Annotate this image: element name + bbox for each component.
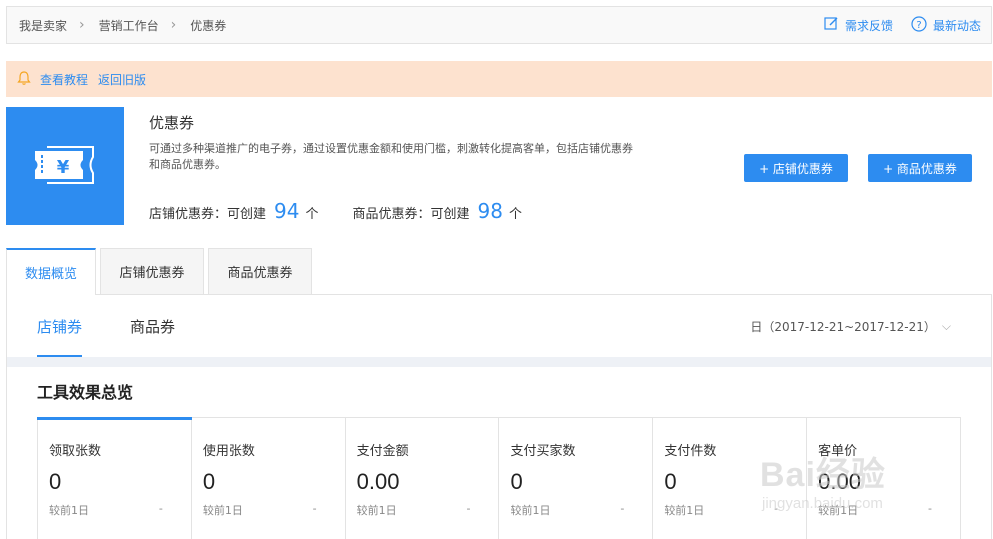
metric-value: 0.00	[356, 469, 400, 494]
metric-card-pay-buyers[interactable]: 支付买家数 0 较前1日 -	[499, 418, 654, 539]
metric-change: -	[620, 502, 625, 515]
metric-change: -	[312, 502, 317, 515]
metric-card-avg-price[interactable]: 客单价 0.00 较前1日 -	[807, 418, 961, 539]
tab-shop-coupons[interactable]: 店铺优惠券	[100, 248, 204, 294]
old-version-link[interactable]: 返回旧版	[98, 71, 146, 88]
coupon-hero-image: ¥	[6, 107, 124, 225]
metric-change: -	[927, 502, 932, 515]
breadcrumb: 我是卖家 › 营销工作台 › 优惠券	[19, 7, 226, 43]
breadcrumb-seller[interactable]: 我是卖家	[19, 17, 67, 34]
metric-label: 支付件数	[664, 444, 717, 459]
metric-compare: 较前1日	[202, 504, 243, 517]
coupon-type-tabs: 店铺券 商品券	[37, 295, 223, 357]
help-circle-icon: ?	[911, 15, 927, 35]
feedback-label: 需求反馈	[844, 18, 893, 33]
top-actions: 需求反馈 ? 最新动态	[806, 7, 981, 43]
tab-goods-coupons[interactable]: 商品优惠券	[208, 248, 312, 294]
metric-value: 0	[49, 469, 62, 494]
chevron-right-icon: ›	[170, 17, 177, 33]
date-range-select[interactable]: 日（2017-12-21~2017-12-21） ⌵	[750, 295, 951, 357]
news-link[interactable]: ? 最新动态	[911, 15, 981, 35]
shop-coupon-unit: 个	[305, 207, 319, 222]
coupon-stats: 店铺优惠券：可创建 94 个 商品优惠券：可创建 98 个	[149, 199, 522, 223]
tutorial-link[interactable]: 查看教程	[40, 71, 88, 88]
coupon-title: 优惠券	[149, 114, 195, 132]
tab-data-overview[interactable]: 数据概览	[6, 248, 96, 295]
svg-text:¥: ¥	[57, 157, 70, 178]
metric-card-pay-amount[interactable]: 支付金额 0.00 较前1日 -	[346, 418, 500, 539]
shop-coupon-label: 店铺优惠券：可创建	[149, 207, 267, 222]
coupon-yen-icon: ¥	[33, 143, 97, 190]
metric-compare: 较前1日	[664, 504, 705, 517]
goods-coupon-label: 商品优惠券：可创建	[352, 207, 470, 222]
metric-compare: 较前1日	[356, 504, 397, 517]
metric-label: 客单价	[818, 444, 858, 459]
news-label: 最新动态	[932, 18, 981, 33]
feedback-link[interactable]: 需求反馈	[824, 16, 893, 34]
top-bar: 我是卖家 › 营销工作台 › 优惠券 需求反馈 ? 最新动态	[6, 6, 992, 44]
edit-icon	[824, 16, 839, 34]
overview-panel: 店铺券 商品券 日（2017-12-21~2017-12-21） ⌵ 工具效果总…	[6, 294, 992, 539]
bell-icon	[16, 70, 32, 89]
metric-value: 0	[664, 469, 677, 494]
breadcrumb-marketing[interactable]: 营销工作台	[99, 17, 159, 34]
chevron-right-icon: ›	[79, 17, 85, 33]
metric-change: -	[158, 502, 163, 515]
shop-coupon-count: 94	[274, 199, 300, 223]
date-range-value: 日（2017-12-21~2017-12-21）	[750, 319, 936, 334]
metric-card-received[interactable]: 领取张数 0 较前1日 -	[37, 417, 192, 539]
chevron-down-icon: ⌵	[941, 318, 951, 333]
metric-card-pay-items[interactable]: 支付件数 0 较前1日 -	[653, 418, 808, 539]
subtab-goods-coupon[interactable]: 商品券	[130, 295, 175, 357]
metric-value: 0	[510, 469, 523, 494]
metric-compare: 较前1日	[818, 504, 859, 517]
main-tabs: 数据概览 店铺优惠券 商品优惠券	[6, 248, 316, 295]
metric-label: 支付买家数	[510, 444, 576, 459]
metric-label: 领取张数	[49, 444, 102, 459]
metric-cards: 领取张数 0 较前1日 - 使用张数 0 较前1日 - 支付金额 0.00 较前…	[37, 417, 961, 539]
metric-change: -	[466, 502, 471, 515]
metric-value: 0	[202, 469, 216, 494]
subtab-shop-coupon[interactable]: 店铺券	[37, 295, 83, 357]
coupon-description: 可通过多种渠道推广的电子券，通过设置优惠金额和使用门槛，刺激转化提高客单，包括店…	[149, 142, 633, 171]
goods-coupon-unit: 个	[508, 207, 522, 222]
metric-change: -	[774, 502, 779, 515]
notice-bar: 查看教程 返回旧版	[6, 61, 992, 97]
add-shop-coupon-button[interactable]: + 店铺优惠券	[744, 154, 848, 182]
goods-coupon-count: 98	[477, 199, 503, 223]
svg-text:?: ?	[916, 20, 921, 31]
breadcrumb-coupon: 优惠券	[190, 18, 227, 33]
divider	[7, 357, 991, 367]
metric-compare: 较前1日	[510, 504, 551, 517]
metric-compare: 较前1日	[49, 504, 89, 517]
add-goods-coupon-button[interactable]: + 商品优惠券	[868, 154, 972, 182]
metric-label: 支付金额	[356, 444, 409, 459]
metric-label: 使用张数	[202, 444, 255, 459]
metric-card-used[interactable]: 使用张数 0 较前1日 -	[192, 418, 346, 539]
section-title: 工具效果总览	[37, 383, 134, 402]
metric-value: 0.00	[818, 469, 861, 494]
